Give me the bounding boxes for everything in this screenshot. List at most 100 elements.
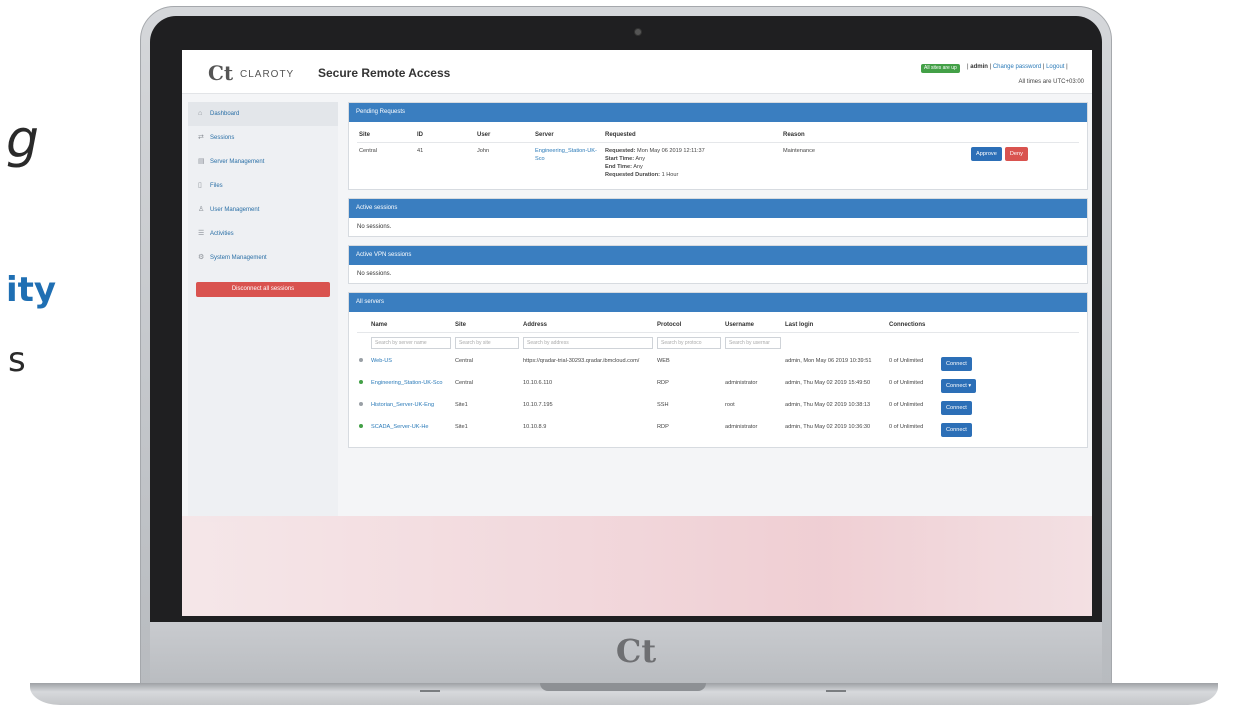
cell-site: Site1 [455,402,468,408]
cell-connections: 0 of Unlimited [889,424,924,430]
server-icon: ▤ [198,158,205,165]
cell-last-login: admin, Thu May 02 2019 10:38:13 [785,402,871,408]
cell-username: root [725,402,735,408]
connect-button[interactable]: Connect [941,357,972,371]
cell-connections: 0 of Unlimited [889,380,924,386]
search-username-input[interactable]: Search by usernar [725,337,781,349]
approve-button[interactable]: Approve [971,147,1002,161]
deny-button[interactable]: Deny [1004,147,1028,161]
requested-label: Requested: [605,148,636,154]
column-header[interactable]: Requested [603,128,781,143]
sidebar-item-system-management[interactable]: ⚙ System Management [188,246,338,270]
claroty-logo-icon: Ct [208,61,234,85]
top-bar: Ct CLAROTY Secure Remote Access All site… [182,50,1092,94]
background-text-g: g [6,110,40,170]
list-icon: ☰ [198,230,205,237]
server-link[interactable]: Historian_Server-UK-Eng [369,397,453,419]
cell-last-login: admin, Thu May 02 2019 15:49:50 [785,380,871,386]
sidebar-item-activities[interactable]: ☰ Activities [188,222,338,246]
sidebar-item-label: User Management [210,207,260,213]
status-badge: All sites are up [921,64,960,73]
pending-requests-panel: Pending Requests Site ID User Server Req… [348,102,1088,190]
requested-value: Mon May 06 2019 12:11:37 [637,148,705,154]
cell-username: administrator [725,380,758,386]
search-server-name-input[interactable]: Search by server name [371,337,451,349]
cell-site: Central [455,380,474,386]
cell-connections: 0 of Unlimited [889,402,924,408]
status-dot-icon [359,358,363,362]
cell-site: Central [359,148,378,154]
column-header[interactable]: Connections [887,318,939,333]
panel-title: All servers [349,293,1087,312]
logout-link[interactable]: Logout [1046,64,1064,70]
active-vpn-panel: Active VPN sessions No sessions. [348,245,1088,284]
column-header[interactable]: Address [521,318,655,333]
server-link[interactable]: Engineering_Station-UK-Sco [533,143,603,184]
disconnect-all-button[interactable]: Disconnect all sessions [196,282,330,297]
column-header[interactable]: Reason [781,128,969,143]
sessions-icon: ⇄ [198,134,204,141]
cell-address: 10.10.6.110 [523,380,553,386]
main-content: Pending Requests Site ID User Server Req… [348,102,1088,456]
sidebar-item-label: Dashboard [210,111,240,117]
files-icon: ▯ [198,182,202,189]
column-header[interactable]: Site [357,128,415,143]
cell-protocol: RDP [657,380,669,386]
sidebar-item-label: Server Management [210,159,265,165]
cell-address: https://qradar-trial-30293.qradar.ibmclo… [523,358,640,364]
duration-value: 1 Hour [661,172,679,178]
gear-icon: ⚙ [198,254,205,261]
current-user: admin [970,64,988,70]
sidebar-item-sessions[interactable]: ⇄ Sessions [188,126,338,150]
end-value: Any [633,164,643,170]
sidebar-item-label: Files [210,183,223,189]
column-header[interactable]: Username [723,318,783,333]
sidebar-item-dashboard[interactable]: ⌂ Dashboard [188,102,338,126]
column-header[interactable]: Site [453,318,521,333]
sidebar-item-files[interactable]: ▯ Files [188,174,338,198]
camera-icon [634,28,642,36]
server-link[interactable]: Engineering_Station-UK-Sco [369,375,453,397]
user-icon: ♙ [198,206,205,213]
change-password-link[interactable]: Change password [993,64,1041,70]
connect-button[interactable]: Connect [941,423,972,437]
search-site-input[interactable]: Search by site [455,337,519,349]
cell-protocol: RDP [657,424,669,430]
column-header[interactable]: ID [415,128,475,143]
panel-title: Pending Requests [349,103,1087,122]
server-link[interactable]: Web-US [369,353,453,375]
laptop-foot [826,690,846,692]
column-header[interactable]: Last login [783,318,887,333]
status-dot-icon [359,380,363,384]
sidebar-item-label: Sessions [210,135,235,141]
home-icon: ⌂ [198,110,203,117]
search-protocol-input[interactable]: Search by protoco [657,337,721,349]
cell-username: administrator [725,424,758,430]
sidebar-item-label: System Management [210,255,267,261]
cell-actions: Approve Deny [969,143,1079,184]
connect-button[interactable]: Connect [941,401,972,415]
all-servers-panel: All servers Name Site Address Protocol U… [348,292,1088,448]
column-header[interactable]: Name [369,318,453,333]
column-header[interactable]: Protocol [655,318,723,333]
sidebar-item-server-management[interactable]: ▤ Server Management [188,150,338,174]
server-link[interactable]: SCADA_Server-UK-He [369,419,453,441]
end-label: End Time: [605,164,632,170]
cell-user: John [477,148,490,154]
cell-username [723,353,783,375]
pink-overlay [182,516,1092,616]
sidebar-item-user-management[interactable]: ♙ User Management [188,198,338,222]
search-address-input[interactable]: Search by address [523,337,653,349]
cell-last-login: admin, Thu May 02 2019 10:36:30 [785,424,871,430]
connect-dropdown-button[interactable]: Connect ▾ [941,379,977,393]
cell-connections: 0 of Unlimited [889,358,924,364]
laptop-logo: Ct [615,632,657,670]
cell-last-login: admin, Mon May 06 2019 10:39:51 [785,358,872,364]
user-links: | admin | Change password | Logout | [967,64,1068,70]
column-header[interactable]: Server [533,128,603,143]
table-row: Historian_Server-UK-Eng Site1 10.10.7.19… [357,397,1079,419]
status-dot-icon [359,424,363,428]
column-header[interactable]: User [475,128,533,143]
background-text-ity: ity [6,270,57,310]
brand-name: CLAROTY [240,69,295,80]
